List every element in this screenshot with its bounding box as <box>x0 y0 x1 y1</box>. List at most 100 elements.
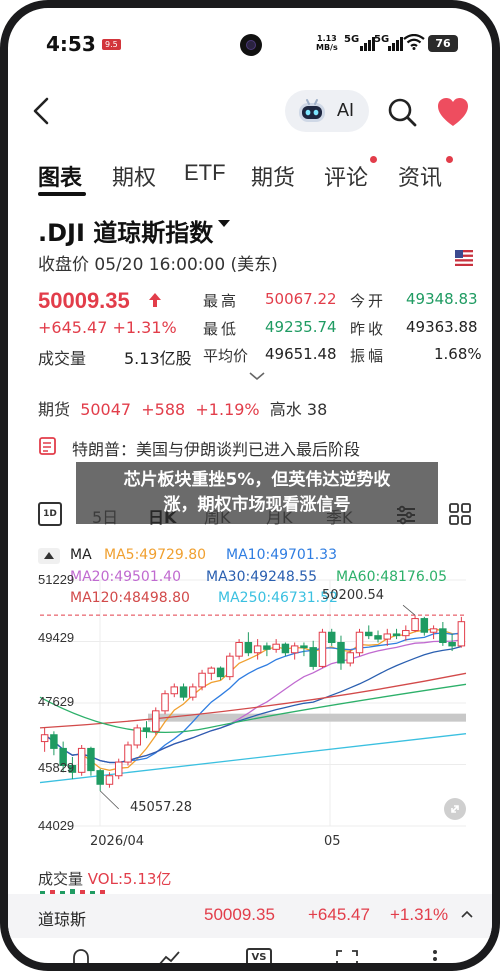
signal-bars-icon <box>360 35 375 51</box>
y-tick-4: 44029 <box>38 818 75 833</box>
x-tick-0: 2026/04 <box>90 834 145 849</box>
candle-body-23 <box>253 645 262 654</box>
quote-prev-label: 昨收 <box>350 320 387 338</box>
battery-indicator: 76 <box>428 35 458 52</box>
ai-assistant-button[interactable]: AI <box>285 90 369 132</box>
quote-open-value: 49348.83 <box>406 290 478 308</box>
high-leader-line <box>402 604 416 616</box>
status-badge: 9.5 <box>102 39 121 50</box>
candle-body-21 <box>235 641 243 657</box>
candle-body-12 <box>152 710 160 732</box>
alert-bell-icon[interactable] <box>68 948 94 968</box>
chevron-down-icon[interactable] <box>248 371 266 381</box>
ma-legend-ma60: MA60:48176.05 <box>336 569 447 585</box>
candle-body-4 <box>77 747 86 773</box>
quote-amp-value: 1.68% <box>434 345 482 363</box>
signal-label-1: 5G <box>344 34 360 45</box>
back-arrow-icon[interactable] <box>28 96 58 126</box>
candle-body-22 <box>244 641 253 654</box>
bottom-nav: VS <box>8 942 492 963</box>
compare-vs-button[interactable]: VS <box>246 948 272 963</box>
news-unread-dot <box>446 156 453 163</box>
fullscreen-icon[interactable] <box>334 948 360 968</box>
candle-body-13 <box>161 693 169 712</box>
quote-low-label: 最低 <box>203 320 240 338</box>
annotation-low: 45057.28 <box>130 800 193 815</box>
status-bar: 4:53 9.5 1.13 MB/s 5G 5G 76 <box>8 8 492 80</box>
candle-body-42 <box>429 628 438 633</box>
candle-body-37 <box>383 633 392 640</box>
candle-body-34 <box>355 631 364 654</box>
quote-high-label: 最高 <box>203 292 240 310</box>
volume-value: 5.13亿股 <box>124 349 192 368</box>
news-headline[interactable]: 特朗普：美国与伊朗谈判已进入最后阶段 <box>72 436 360 460</box>
tab-news[interactable]: 资讯 <box>398 160 442 192</box>
stock-title[interactable]: .DJI 道琼斯指数 <box>38 213 213 248</box>
candle-body-30 <box>318 631 327 667</box>
search-icon[interactable] <box>386 96 418 128</box>
expand-chart-icon[interactable] <box>444 798 466 820</box>
bottom-ticker[interactable]: 道琼斯 50009.35 +645.47 +1.31% <box>8 894 492 938</box>
overlay-line-2: 涨，期权市场现看涨信号 <box>163 495 351 515</box>
quote-amp-label: 振幅 <box>350 347 387 365</box>
candle-body-14 <box>170 686 179 695</box>
tab-futures[interactable]: 期货 <box>251 160 295 192</box>
ma-line-10 <box>44 632 462 764</box>
candle-body-33 <box>346 652 354 664</box>
candle-body-25 <box>272 643 280 650</box>
candle-body-11 <box>142 727 151 732</box>
candle-body-38 <box>392 633 401 637</box>
news-overlay-banner[interactable]: 芯片板块重挫5%，但英伟达逆势收 涨，期权市场现看涨信号 <box>76 462 438 524</box>
quote-prev-value: 49363.88 <box>406 318 478 336</box>
candle-body-10 <box>133 727 141 746</box>
close-time-line: 收盘价 05/20 16:00:00 (美东) <box>38 255 278 275</box>
volume-indicator-label: 成交量 <box>38 870 84 888</box>
y-tick-1: 49429 <box>38 630 75 645</box>
ma-collapse-icon[interactable] <box>38 548 60 564</box>
dropdown-caret-icon[interactable] <box>218 220 230 227</box>
ticker-price: 50009.35 <box>204 905 275 924</box>
quote-avg-label: 平均价 <box>203 347 249 365</box>
candle-body-18 <box>207 667 216 674</box>
network-speed: 1.13 MB/s <box>316 34 338 52</box>
quote-low-value: 49235.74 <box>265 318 337 336</box>
candle-body-44 <box>448 641 456 647</box>
tab-chart[interactable]: 图表 <box>38 160 82 192</box>
candle-body-45 <box>457 621 466 647</box>
overlay-text: 芯片板块重挫5%，但英伟达逆势收 涨，期权市场现看涨信号 <box>76 468 438 518</box>
tab-active-indicator <box>38 192 86 196</box>
candle-body-24 <box>263 645 271 650</box>
y-tick-2: 47629 <box>38 694 75 709</box>
candle-body-35 <box>365 631 373 637</box>
candle-body-26 <box>281 643 290 654</box>
candle-body-6 <box>96 770 104 785</box>
quote-avg-value: 49651.48 <box>265 345 337 363</box>
candle-body-1 <box>50 734 58 749</box>
low-leader-line <box>99 790 119 810</box>
ma-line-5 <box>44 628 462 771</box>
candle-body-43 <box>439 628 447 643</box>
quote-open-label: 今开 <box>350 292 387 310</box>
ma-line-20 <box>44 639 462 764</box>
candle-body-31 <box>327 631 336 643</box>
grid-layout-icon[interactable] <box>448 502 472 526</box>
chevron-up-icon[interactable] <box>460 909 474 919</box>
volume-label: 成交量 <box>38 349 87 368</box>
intraday-1d-button[interactable]: 1D <box>38 502 62 526</box>
volume-indicator: 成交量 VOL:5.13亿 <box>38 868 171 889</box>
futures-line[interactable]: 期货 50047 +588 +1.19% 高水 38 <box>38 396 327 420</box>
more-menu-icon[interactable] <box>422 948 448 968</box>
favorite-heart-icon[interactable] <box>436 96 470 128</box>
y-tick-0: 51229 <box>38 572 75 587</box>
ma-line-30 <box>44 645 462 764</box>
candle-body-7 <box>105 775 114 785</box>
tab-etf[interactable]: ETF <box>184 160 226 186</box>
ma-legend-ma20: MA20:49501.40 <box>70 569 181 585</box>
trend-chart-icon[interactable] <box>156 948 182 968</box>
tab-comments[interactable]: 评论 <box>324 160 368 192</box>
tab-options[interactable]: 期权 <box>112 160 156 192</box>
signal-label-2: 5G <box>374 34 390 45</box>
kline-chart[interactable] <box>8 540 492 856</box>
candle-body-0 <box>40 734 49 743</box>
comments-unread-dot <box>370 156 377 163</box>
